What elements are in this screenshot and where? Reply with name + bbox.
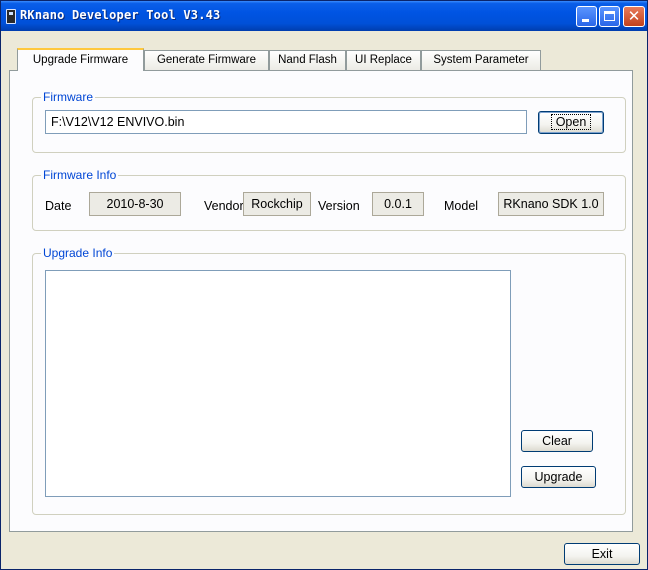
firmware-info-group-title: Firmware Info xyxy=(41,168,119,182)
firmware-group-title: Firmware xyxy=(41,90,95,104)
firmware-path-input[interactable]: F:\V12\V12 ENVIVO.bin xyxy=(45,110,527,134)
firmware-group: Firmware F:\V12\V12 ENVIVO.bin Open xyxy=(32,90,626,153)
tab-system-parameter[interactable]: System Parameter xyxy=(421,50,541,70)
maximize-icon xyxy=(604,11,615,21)
open-button-label: Open xyxy=(550,114,592,130)
vendor-value: Rockchip xyxy=(243,192,311,216)
version-label: Version xyxy=(318,199,360,213)
date-label: Date xyxy=(45,199,72,213)
version-value: 0.0.1 xyxy=(372,192,424,216)
open-button[interactable]: Open xyxy=(538,111,604,134)
maximize-button[interactable] xyxy=(599,6,620,27)
minimize-button[interactable] xyxy=(576,6,597,27)
upgrade-button[interactable]: Upgrade xyxy=(521,466,596,488)
tab-ui-replace[interactable]: UI Replace xyxy=(346,50,421,70)
close-icon: ✕ xyxy=(627,7,641,25)
tab-panel: Firmware F:\V12\V12 ENVIVO.bin Open Firm… xyxy=(9,70,633,532)
app-window: RKnano Developer Tool V3.43 ✕ Firmware F… xyxy=(0,0,648,570)
minimize-icon xyxy=(582,19,589,22)
date-value: 2010-8-30 xyxy=(89,192,181,216)
upgrade-log-textarea[interactable] xyxy=(45,270,511,497)
upgrade-info-group-title: Upgrade Info xyxy=(41,246,115,260)
tab-nand-flash[interactable]: Nand Flash xyxy=(269,50,346,70)
upgrade-info-group: Upgrade Info Clear Upgrade xyxy=(32,246,626,515)
clear-button[interactable]: Clear xyxy=(521,430,593,452)
tab-generate-firmware[interactable]: Generate Firmware xyxy=(144,50,269,70)
close-button[interactable]: ✕ xyxy=(623,6,645,27)
firmware-info-group: Firmware Info Date 2010-8-30 Vendor Rock… xyxy=(32,168,626,231)
exit-button[interactable]: Exit xyxy=(564,543,640,565)
vendor-label: Vendor xyxy=(204,199,244,213)
title-bar[interactable]: RKnano Developer Tool V3.43 ✕ xyxy=(1,1,647,31)
app-icon xyxy=(6,9,16,24)
model-value: RKnano SDK 1.0 xyxy=(498,192,604,216)
window-title: RKnano Developer Tool V3.43 xyxy=(20,8,221,22)
model-label: Model xyxy=(444,199,479,213)
tab-upgrade-firmware[interactable]: Upgrade Firmware xyxy=(17,48,144,71)
